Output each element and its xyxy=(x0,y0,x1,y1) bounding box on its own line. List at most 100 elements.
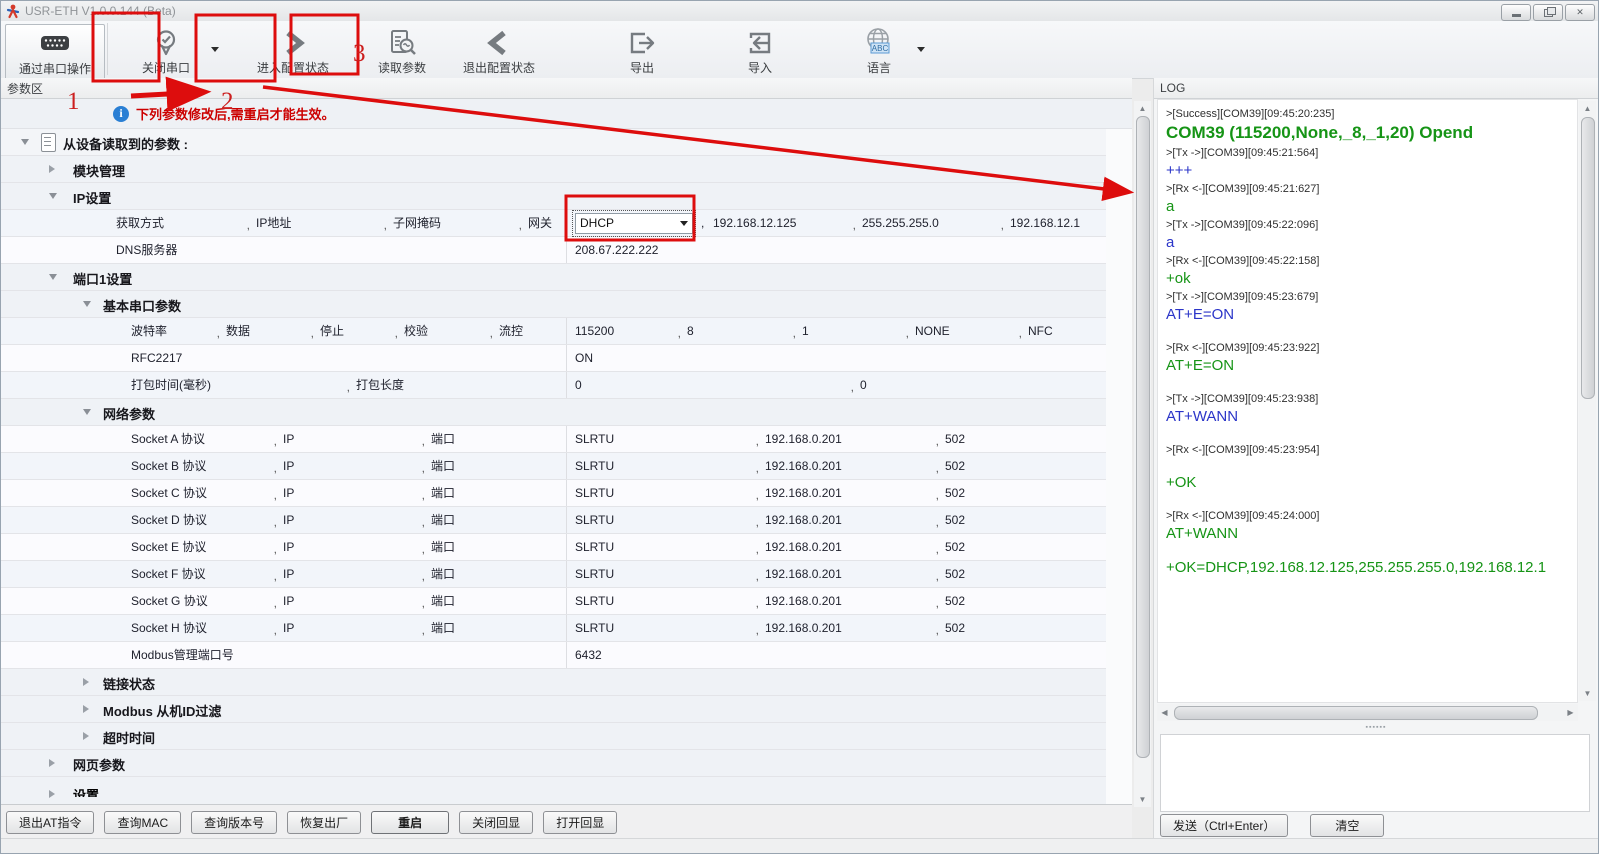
param-value[interactable]: ON xyxy=(575,345,593,372)
log-scroll-right-icon[interactable]: ▶ xyxy=(1563,704,1578,721)
param-value[interactable]: 1, xyxy=(802,318,915,345)
expand-arrow-icon[interactable] xyxy=(83,732,89,740)
param-value[interactable]: 115200, xyxy=(575,318,687,345)
scroll-up-icon[interactable]: ▲ xyxy=(1134,101,1151,116)
toolbar-button-language[interactable]: ABC语言 xyxy=(844,24,914,78)
toolbar-button-read-params[interactable]: 读取参数 xyxy=(364,24,440,78)
param-value[interactable]: 255.255.255.0, xyxy=(862,210,1010,237)
param-value[interactable]: SLRTU, xyxy=(575,615,765,642)
param-action-查询版本号[interactable]: 查询版本号 xyxy=(191,811,277,834)
toolbar-button-serial-op[interactable]: 通过串口操作 xyxy=(5,24,105,80)
tree-section-端口1设置[interactable]: 端口1设置 xyxy=(1,264,1106,291)
close-serial-dropdown-caret[interactable] xyxy=(208,24,222,74)
collapse-arrow-icon[interactable] xyxy=(83,301,91,307)
tree-section-设置[interactable]: 设置 xyxy=(1,777,1106,805)
param-value[interactable]: SLRTU, xyxy=(575,588,765,615)
param-value[interactable]: 502 xyxy=(945,615,965,642)
tree-section-模块管理[interactable]: 模块管理 xyxy=(1,156,1106,183)
param-value[interactable]: NFC xyxy=(1028,318,1053,345)
toolbar-button-export[interactable]: 导出 xyxy=(606,24,678,78)
expand-arrow-icon[interactable] xyxy=(49,165,55,173)
param-value[interactable]: 192.168.12.125, xyxy=(713,210,862,237)
param-value[interactable]: 502 xyxy=(945,588,965,615)
param-value[interactable]: 502 xyxy=(945,507,965,534)
close-button[interactable]: ✕ xyxy=(1565,4,1595,21)
send-button[interactable]: 发送（Ctrl+Enter） xyxy=(1160,814,1288,837)
param-value[interactable]: 502 xyxy=(945,426,965,453)
expand-arrow-icon[interactable] xyxy=(49,790,55,798)
param-value[interactable]: 192.168.0.201, xyxy=(765,453,945,480)
param-value[interactable]: 192.168.0.201, xyxy=(765,507,945,534)
param-value[interactable]: 0, xyxy=(575,372,860,399)
param-value[interactable]: SLRTU, xyxy=(575,534,765,561)
log-scroll-up-icon[interactable]: ▲ xyxy=(1579,101,1596,116)
tree-section-超时时间[interactable]: 超时时间 xyxy=(1,723,1106,750)
tree-section-Modbus 从机ID过滤[interactable]: Modbus 从机ID过滤 xyxy=(1,696,1106,723)
param-action-关闭回显[interactable]: 关闭回显 xyxy=(459,811,533,834)
params-scrollbar[interactable]: ▲ ▼ xyxy=(1134,101,1151,807)
collapse-arrow-icon[interactable] xyxy=(83,409,91,415)
log-hscrollbar[interactable]: ◀ ▶ xyxy=(1157,704,1578,721)
command-input[interactable] xyxy=(1160,734,1590,812)
param-value[interactable]: 502 xyxy=(945,453,965,480)
param-value[interactable]: 192.168.0.201, xyxy=(765,561,945,588)
param-action-重启[interactable]: 重启 xyxy=(371,811,449,834)
param-value[interactable]: 192.168.0.201, xyxy=(765,588,945,615)
collapse-arrow-icon[interactable] xyxy=(49,193,57,199)
collapse-arrow-icon[interactable] xyxy=(49,274,57,280)
expand-arrow-icon[interactable] xyxy=(83,705,89,713)
dhcp-combobox[interactable]: DHCP xyxy=(575,213,693,234)
toolbar-separator xyxy=(107,23,108,75)
params-scrollbar-thumb[interactable] xyxy=(1136,116,1150,758)
expand-arrow-icon[interactable] xyxy=(83,678,89,686)
param-value[interactable]: 192.168.12.1 xyxy=(1010,210,1080,237)
log-scroll-left-icon[interactable]: ◀ xyxy=(1157,704,1172,721)
param-value[interactable]: SLRTU, xyxy=(575,426,765,453)
param-value[interactable]: 192.168.0.201, xyxy=(765,426,945,453)
log-scroll-down-icon[interactable]: ▼ xyxy=(1579,686,1596,701)
collapse-arrow-icon[interactable] xyxy=(21,139,29,145)
param-value[interactable]: 502 xyxy=(945,480,965,507)
param-value[interactable]: 192.168.0.201, xyxy=(765,615,945,642)
param-action-恢复出厂[interactable]: 恢复出厂 xyxy=(287,811,361,834)
param-value[interactable]: 208.67.222.222 xyxy=(575,237,658,264)
toolbar-button-import[interactable]: 导入 xyxy=(724,24,796,78)
restore-button[interactable] xyxy=(1533,4,1563,21)
log-scrollbar[interactable]: ▲ ▼ xyxy=(1579,101,1596,701)
log-scrollbar-thumb[interactable] xyxy=(1581,117,1595,399)
param-value[interactable]: 502 xyxy=(945,534,965,561)
toolbar-button-close-serial[interactable]: 关闭串口 xyxy=(124,24,208,78)
param-value[interactable]: 192.168.0.201, xyxy=(765,480,945,507)
language-dropdown-caret[interactable] xyxy=(914,24,928,74)
param-value[interactable]: SLRTU, xyxy=(575,480,765,507)
param-value[interactable]: 8, xyxy=(687,318,802,345)
param-value[interactable]: SLRTU, xyxy=(575,453,765,480)
tree-section-链接状态[interactable]: 链接状态 xyxy=(1,669,1106,696)
param-value[interactable]: SLRTU, xyxy=(575,507,765,534)
tree-root-row[interactable]: 从设备读取到的参数 : xyxy=(1,129,1106,156)
scroll-down-icon[interactable]: ▼ xyxy=(1134,792,1151,807)
param-value[interactable]: SLRTU, xyxy=(575,561,765,588)
clear-button[interactable]: 清空 xyxy=(1310,814,1384,837)
tree-section-网络参数[interactable]: 网络参数 xyxy=(1,399,1106,426)
minimize-button[interactable] xyxy=(1501,4,1531,21)
toolbar-button-exit-config[interactable]: 退出配置状态 xyxy=(448,24,550,78)
param-labels: Socket E 协议,IP,端口 xyxy=(131,534,566,560)
tree-section-基本串口参数[interactable]: 基本串口参数 xyxy=(1,291,1106,318)
tree-section-IP设置[interactable]: IP设置 xyxy=(1,183,1106,210)
param-action-打开回显[interactable]: 打开回显 xyxy=(543,811,617,834)
param-action-查询MAC[interactable]: 查询MAC xyxy=(104,811,181,834)
title-bar: USR-ETH V1.0.0.144 (Beta) ✕ xyxy=(1,1,1598,21)
log-hscrollbar-thumb[interactable] xyxy=(1174,706,1538,720)
separator-comma: , xyxy=(422,617,425,644)
toolbar-button-enter-config[interactable]: 进入配置状态 xyxy=(244,24,342,78)
tree-section-网页参数[interactable]: 网页参数 xyxy=(1,750,1106,777)
param-value[interactable]: NONE, xyxy=(915,318,1028,345)
param-action-退出AT指令[interactable]: 退出AT指令 xyxy=(6,811,94,834)
param-value[interactable]: 192.168.0.201, xyxy=(765,534,945,561)
log-splitter-handle[interactable]: ▪▪▪▪▪▪ xyxy=(1154,723,1598,731)
param-value[interactable]: 6432 xyxy=(575,642,602,669)
param-value[interactable]: 502 xyxy=(945,561,965,588)
param-value[interactable]: 0 xyxy=(860,372,867,399)
expand-arrow-icon[interactable] xyxy=(49,759,55,767)
